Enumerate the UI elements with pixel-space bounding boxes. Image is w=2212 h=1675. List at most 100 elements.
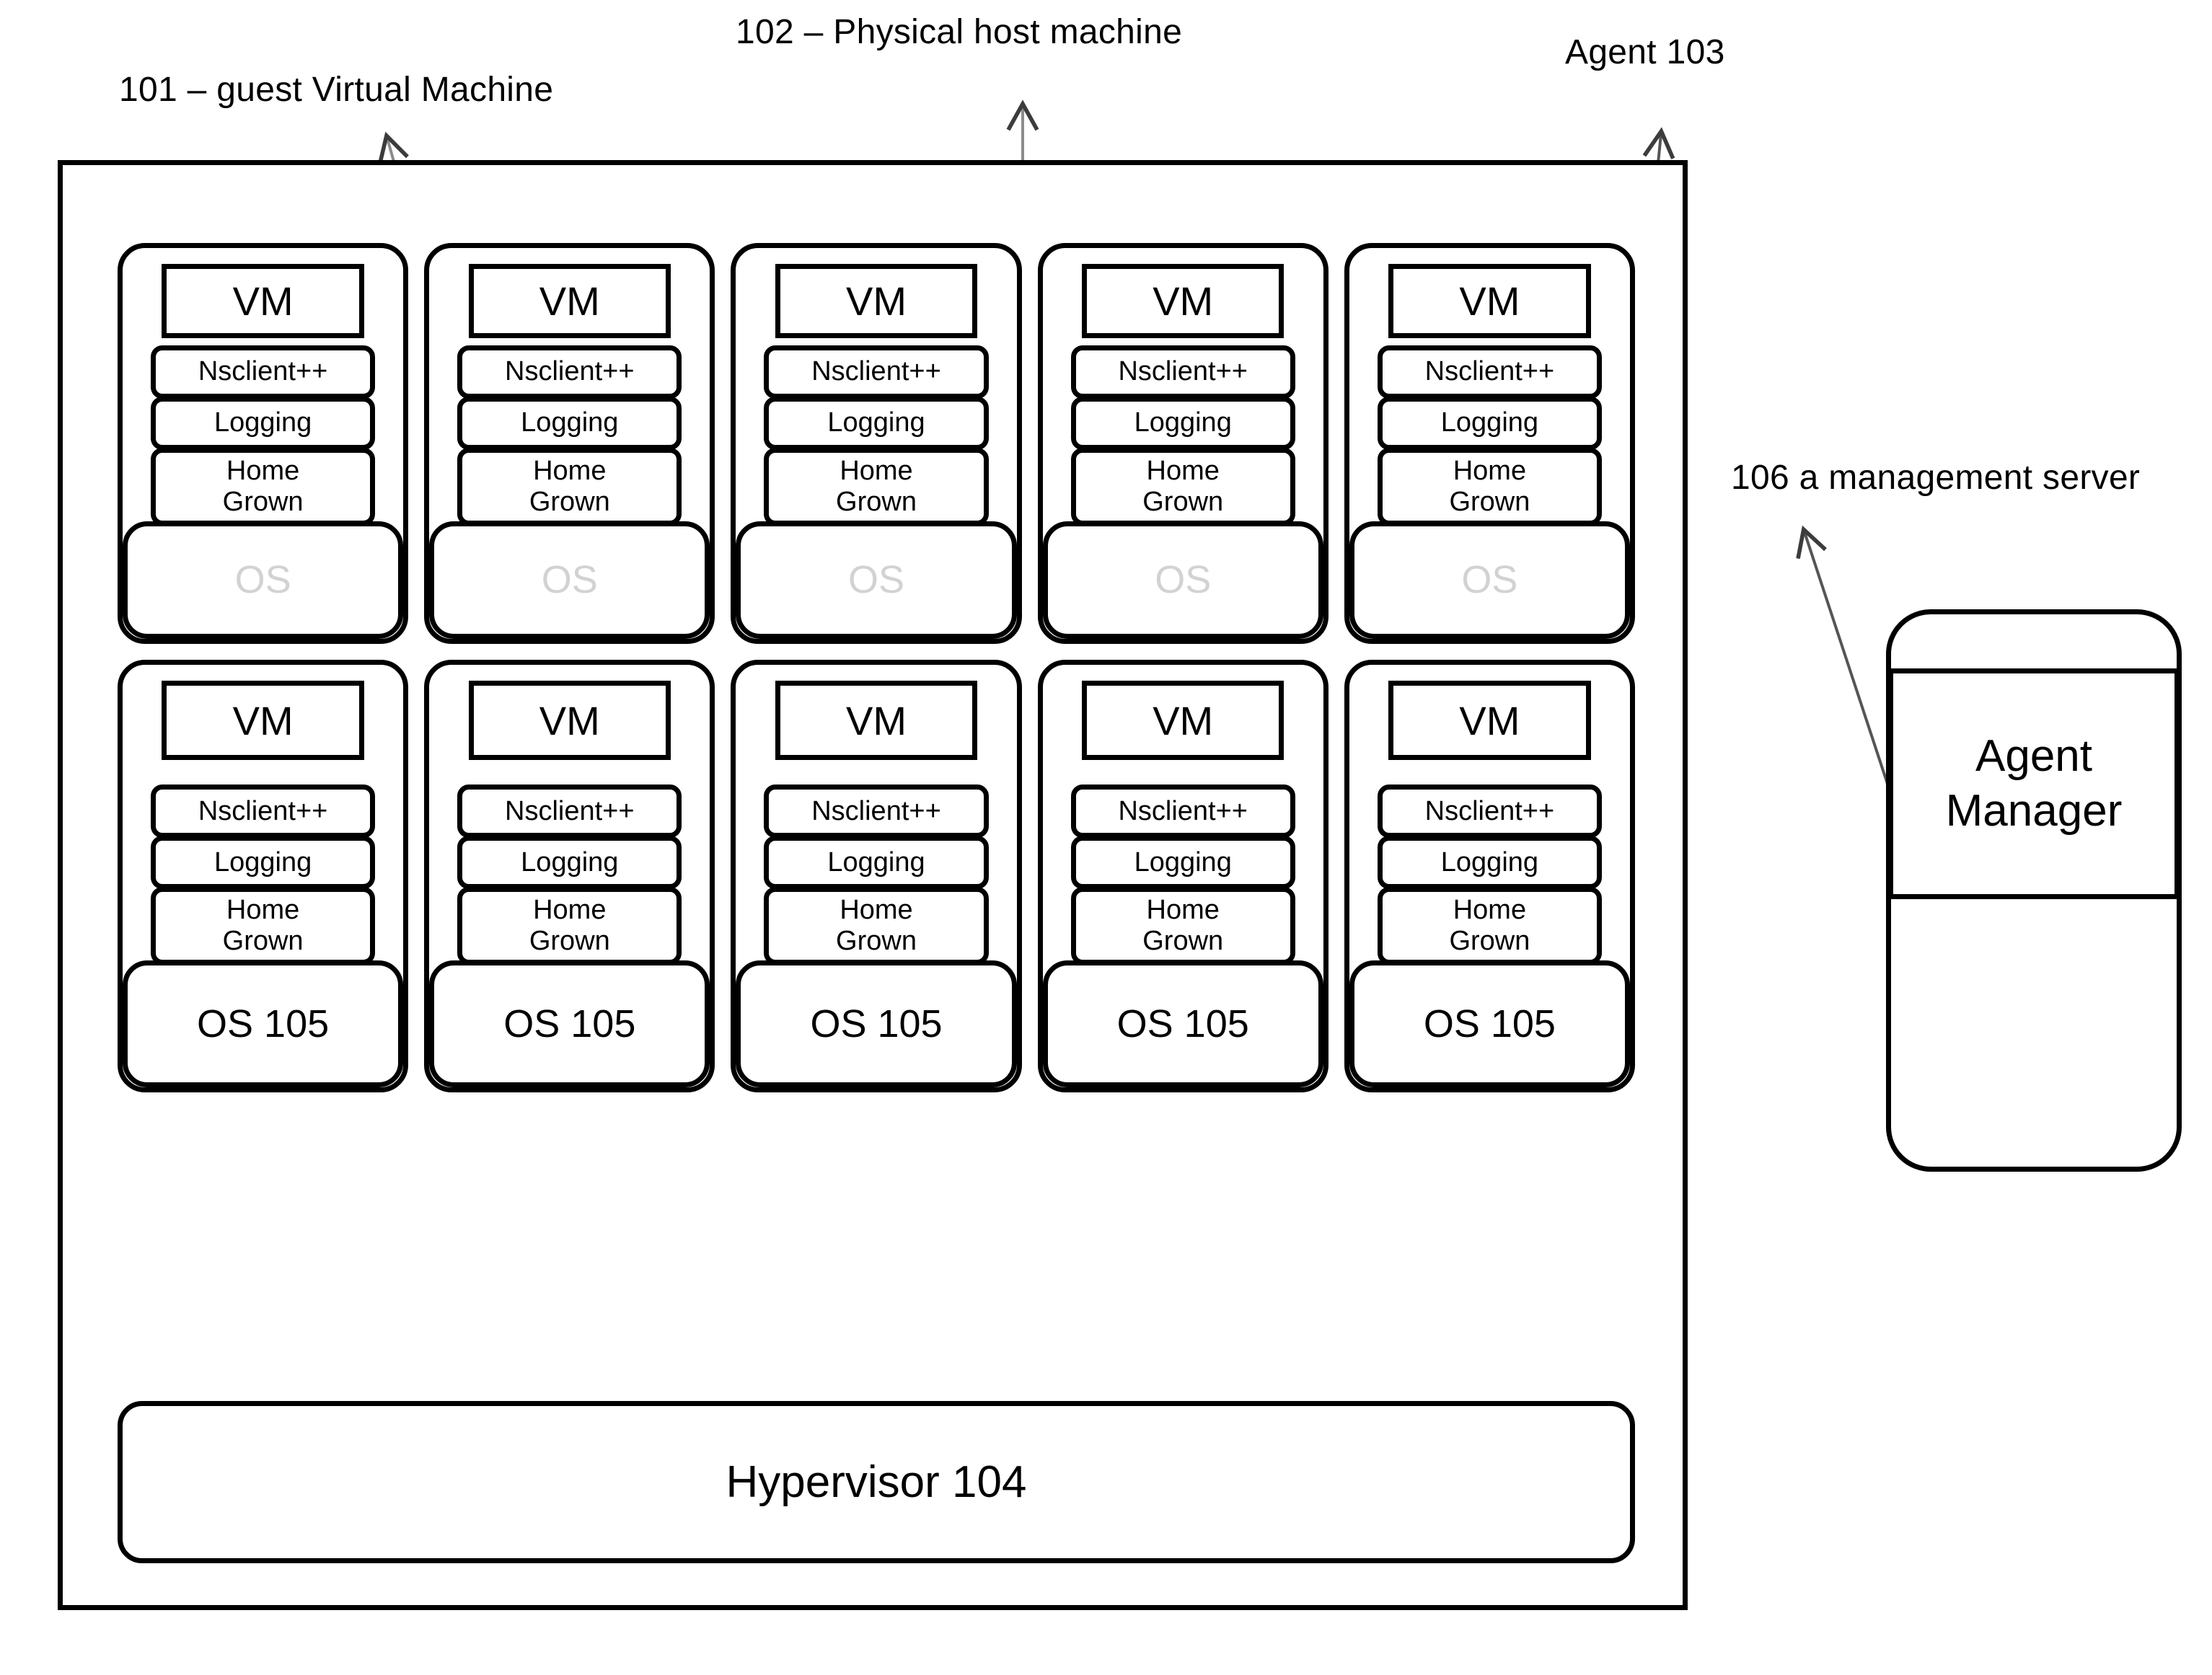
home-label: Home <box>1453 895 1527 926</box>
nsclient-label: Nsclient++ <box>505 795 635 826</box>
vm-title-label: VM <box>539 697 600 743</box>
vm-title-label: VM <box>1153 278 1214 324</box>
vm-title-box: VM <box>1388 681 1591 760</box>
agent-component-stack: Nsclient++ Logging Home Grown <box>764 785 989 965</box>
nsclient-pill[interactable]: Nsclient++ <box>764 785 989 838</box>
leader-106 <box>1796 525 1890 787</box>
vm-card[interactable]: VM Nsclient++ Logging Home Grown <box>731 243 1022 644</box>
logging-label: Logging <box>827 847 925 878</box>
vm-card[interactable]: VM Nsclient++ Logging Home Grown <box>424 243 715 644</box>
nsclient-pill[interactable]: Nsclient++ <box>150 785 376 838</box>
os-label: OS <box>234 558 291 602</box>
logging-pill[interactable]: Logging <box>150 836 376 889</box>
callout-102-physical-host-machine: 102 – Physical host machine <box>736 13 1183 51</box>
nsclient-label: Nsclient++ <box>1424 795 1555 826</box>
home-grown-pill[interactable]: Home Grown <box>764 447 989 526</box>
hypervisor-label: Hypervisor 104 <box>726 1457 1027 1507</box>
nsclient-pill[interactable]: Nsclient++ <box>150 345 376 399</box>
nsclient-pill[interactable]: Nsclient++ <box>1377 785 1603 838</box>
os-label: OS <box>1155 558 1212 602</box>
logging-pill[interactable]: Logging <box>1377 396 1603 450</box>
agent-component-stack: Nsclient++ Logging Home Grown <box>150 785 376 965</box>
home-label: Home <box>226 456 300 487</box>
vm-card[interactable]: VM Nsclient++ Logging Home Grown <box>1344 660 1636 1092</box>
grown-label: Grown <box>836 486 917 517</box>
agent-component-stack: Nsclient++ Logging Home Grown <box>1377 345 1603 526</box>
callout-101-guest-virtual-machine: 101 – guest Virtual Machine <box>119 71 554 109</box>
grown-label: Grown <box>1142 486 1224 517</box>
logging-pill[interactable]: Logging <box>764 836 989 889</box>
os-label: OS 105 <box>1423 1002 1556 1046</box>
logging-label: Logging <box>1134 407 1232 438</box>
nsclient-label: Nsclient++ <box>811 356 941 387</box>
os-box: OS <box>1349 521 1631 639</box>
vm-title-label: VM <box>846 697 907 743</box>
os-label: OS 105 <box>810 1002 943 1046</box>
nsclient-label: Nsclient++ <box>505 356 635 387</box>
nsclient-pill[interactable]: Nsclient++ <box>457 345 682 399</box>
home-grown-pill[interactable]: Home Grown <box>457 887 682 965</box>
os-label: OS 105 <box>197 1002 330 1046</box>
logging-label: Logging <box>1440 847 1539 878</box>
hypervisor-box[interactable]: Hypervisor 104 <box>118 1401 1635 1563</box>
logging-label: Logging <box>1134 847 1232 878</box>
home-label: Home <box>533 895 607 926</box>
agent-manager-label-line1: Agent <box>1975 731 2093 782</box>
os-box: OS <box>123 521 404 639</box>
logging-pill[interactable]: Logging <box>457 836 682 889</box>
logging-pill[interactable]: Logging <box>150 396 376 450</box>
nsclient-pill[interactable]: Nsclient++ <box>1377 345 1603 399</box>
logging-pill[interactable]: Logging <box>1377 836 1603 889</box>
home-grown-pill[interactable]: Home Grown <box>150 887 376 965</box>
home-grown-pill[interactable]: Home Grown <box>1377 447 1603 526</box>
vm-card[interactable]: VM Nsclient++ Logging Home Grown <box>1344 243 1636 644</box>
vm-title-box: VM <box>162 681 364 760</box>
os-box: OS 105 <box>123 960 404 1087</box>
home-grown-pill[interactable]: Home Grown <box>764 887 989 965</box>
vm-title-label: VM <box>539 278 600 324</box>
os-box: OS 105 <box>1349 960 1631 1087</box>
nsclient-pill[interactable]: Nsclient++ <box>1070 785 1295 838</box>
home-grown-pill[interactable]: Home Grown <box>1070 887 1295 965</box>
diagram-canvas: 101 – guest Virtual Machine 102 – Physic… <box>0 0 2212 1675</box>
home-label: Home <box>533 456 607 487</box>
nsclient-pill[interactable]: Nsclient++ <box>764 345 989 399</box>
callout-106-management-server: 106 a management server <box>1731 459 2141 497</box>
home-grown-pill[interactable]: Home Grown <box>1070 447 1295 526</box>
nsclient-pill[interactable]: Nsclient++ <box>1070 345 1295 399</box>
grown-label: Grown <box>222 926 304 956</box>
home-grown-pill[interactable]: Home Grown <box>1377 887 1603 965</box>
vm-title-box: VM <box>1082 681 1285 760</box>
agent-component-stack: Nsclient++ Logging Home Grown <box>457 785 682 965</box>
logging-pill[interactable]: Logging <box>1070 836 1295 889</box>
logging-pill[interactable]: Logging <box>764 396 989 450</box>
os-box: OS 105 <box>1042 960 1323 1087</box>
logging-pill[interactable]: Logging <box>457 396 682 450</box>
os-box: OS <box>736 521 1017 639</box>
vm-title-label: VM <box>1459 278 1520 324</box>
vm-card[interactable]: VM Nsclient++ Logging Home Grown <box>1037 243 1328 644</box>
home-label: Home <box>840 895 913 926</box>
logging-pill[interactable]: Logging <box>1070 396 1295 450</box>
management-server-box[interactable]: Agent Manager <box>1886 609 2182 1172</box>
home-label: Home <box>226 895 300 926</box>
vm-title-box: VM <box>1082 264 1285 338</box>
vm-card[interactable]: VM Nsclient++ Logging Home Grown <box>1037 660 1328 1092</box>
os-label: OS <box>1461 558 1518 602</box>
home-grown-pill[interactable]: Home Grown <box>457 447 682 526</box>
agent-manager-label-line2: Manager <box>1945 786 2123 836</box>
nsclient-pill[interactable]: Nsclient++ <box>457 785 682 838</box>
vm-title-box: VM <box>468 264 671 338</box>
vm-card[interactable]: VM Nsclient++ Logging Home Grown <box>731 660 1022 1092</box>
nsclient-label: Nsclient++ <box>198 795 328 826</box>
vm-card[interactable]: VM Nsclient++ Logging Home Grown <box>118 243 409 644</box>
vm-title-box: VM <box>468 681 671 760</box>
grown-label: Grown <box>1449 926 1530 956</box>
home-grown-pill[interactable]: Home Grown <box>150 447 376 526</box>
agent-component-stack: Nsclient++ Logging Home Grown <box>457 345 682 526</box>
home-label: Home <box>1453 456 1527 487</box>
vm-card[interactable]: VM Nsclient++ Logging Home Grown <box>118 660 409 1092</box>
agent-manager-box[interactable]: Agent Manager <box>1888 668 2180 899</box>
vm-card[interactable]: VM Nsclient++ Logging Home Grown <box>424 660 715 1092</box>
logging-label: Logging <box>1440 407 1539 438</box>
